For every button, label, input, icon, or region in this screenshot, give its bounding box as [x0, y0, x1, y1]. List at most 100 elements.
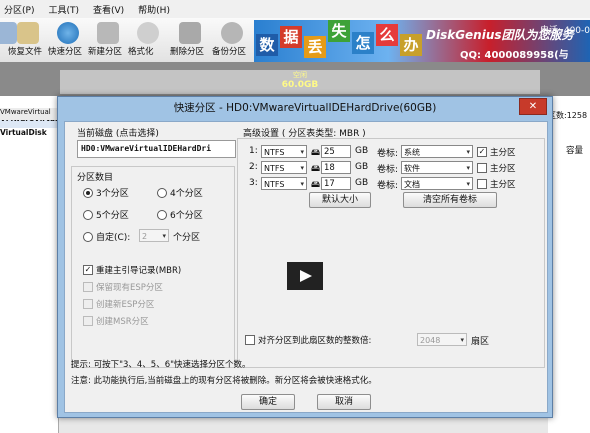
rebuild-mbr-checkbox[interactable]: ✓ 重建主引导记录(MBR) [83, 264, 181, 276]
dialog-titlebar[interactable]: 快速分区 - HD0:VMwareVirtualIDEHardDrive(60G… [58, 97, 552, 119]
toolbar-format-button[interactable]: 格式化 [128, 18, 168, 57]
fs-select-3[interactable]: NTFS ▾ [261, 177, 307, 190]
free-label: 空闲 [293, 71, 307, 79]
radio-dot [83, 231, 93, 242]
radio-dot [157, 209, 167, 220]
radio-4-partitions[interactable]: 4个分区 [157, 186, 203, 199]
banner-qq: QQ: 4000089958(与 [460, 50, 569, 61]
chevron-down-icon: ▾ [300, 148, 304, 156]
partition-list-pane: 区数:1258 容量 [548, 96, 590, 433]
row-index: 3: [249, 178, 258, 188]
disk-icon: 🖴 [311, 180, 321, 190]
dialog-title: 快速分区 - HD0:VMwareVirtualIDEHardDrive(60G… [173, 102, 437, 114]
clear-labels-button[interactable]: 清空所有卷标 [403, 192, 497, 208]
cancel-button[interactable]: 取消 [317, 394, 371, 410]
radio-dot [83, 209, 93, 220]
toolbar-quick-partition-button[interactable]: 快速分区 [48, 18, 88, 57]
disk-icon: 🖴 [311, 148, 321, 158]
fs-select-1[interactable]: NTFS ▾ [261, 145, 307, 158]
toolbar-backup-partition-button[interactable]: 备份分区 [212, 18, 252, 57]
chevron-down-icon: ▾ [460, 336, 464, 344]
ok-button[interactable]: 确定 [241, 394, 295, 410]
primary-checkbox-2[interactable]: 主分区 [477, 162, 516, 174]
format-icon [137, 22, 159, 44]
primary-checkbox-1[interactable]: ✓ 主分区 [477, 146, 516, 158]
banner-char: 办 [400, 34, 422, 56]
banner-phone: 电话: 400-0 [539, 26, 590, 36]
default-size-button[interactable]: 默认大小 [309, 192, 371, 208]
align-sectors-select[interactable]: 2048 ▾ [417, 333, 467, 346]
size-unit: GB [355, 178, 369, 188]
disk-tree-pane: VMwareVirtualID VirtualDisk [0, 96, 59, 433]
menu-tools[interactable]: 工具(T) [48, 3, 79, 16]
toolbar-new-partition-button[interactable]: 新建分区 [88, 18, 128, 57]
row-index: 1: [249, 146, 258, 156]
size-input-1[interactable]: 25 [321, 145, 351, 158]
radio-custom[interactable]: 自定(C): [83, 230, 130, 243]
volume-label-select-1[interactable]: 系统 ▾ [401, 145, 473, 158]
close-button[interactable]: ✕ [519, 98, 547, 115]
toolbar-delete-partition-button[interactable]: 删除分区 [170, 18, 210, 57]
play-icon [300, 270, 312, 282]
row-index: 2: [249, 162, 258, 172]
ad-banner[interactable]: 数 据 丢 失 怎 么 办 DiskGenius团队为您服务 QQ: 40000… [254, 20, 590, 62]
size-input-3[interactable]: 17 [321, 177, 351, 190]
menu-view[interactable]: 查看(V) [93, 3, 124, 16]
banner-char: 么 [376, 24, 398, 46]
chevron-down-icon: ▾ [466, 148, 470, 156]
partition-count-label: 分区数目 [77, 173, 114, 183]
size-unit: GB [355, 146, 369, 156]
custom-count-unit: 个分区 [173, 233, 201, 243]
radio-3-partitions[interactable]: 3个分区 [83, 186, 129, 199]
check-icon: ✓ [83, 265, 93, 275]
quick-partition-icon [57, 22, 79, 44]
create-esp-checkbox[interactable]: 创建新ESP分区 [83, 298, 154, 310]
create-msr-checkbox[interactable]: 创建MSR分区 [83, 315, 149, 327]
check-icon: ✓ [477, 147, 487, 157]
recover-files-icon [17, 22, 39, 44]
disk-tree-item[interactable]: VirtualDisk [0, 128, 58, 142]
volume-label-caption: 卷标: [377, 165, 399, 175]
chevron-down-icon: ▾ [466, 180, 470, 188]
free-space-segment[interactable]: 空闲 60.0GB [60, 70, 540, 94]
fs-select-2[interactable]: NTFS ▾ [261, 161, 307, 174]
toolbar-recover-files-button[interactable]: 恢复文件 [8, 18, 48, 57]
current-disk-field[interactable]: HD0:VMwareVirtualIDEHardDri [77, 140, 236, 158]
volume-label-caption: 卷标: [377, 181, 399, 191]
banner-char: 数 [256, 34, 278, 56]
keep-esp-checkbox[interactable]: 保留现有ESP分区 [83, 281, 163, 293]
volume-label-select-3[interactable]: 文档 ▾ [401, 177, 473, 190]
banner-char: 丢 [304, 36, 326, 58]
free-size: 60.0GB [281, 80, 319, 90]
warning-text: 注意: 此功能执行后,当前磁盘上的现有分区将被删除。新分区将会被快速格式化。 [71, 376, 377, 386]
chevron-down-icon: ▾ [300, 180, 304, 188]
chevron-down-icon: ▾ [466, 164, 470, 172]
size-input-2[interactable]: 18 [321, 161, 351, 174]
chevron-down-icon: ▾ [162, 232, 166, 240]
new-partition-icon [97, 22, 119, 44]
menu-partition[interactable]: 分区(P) [4, 3, 34, 16]
banner-char: 怎 [352, 32, 374, 54]
dialog-body: 当前磁盘 (点击选择) HD0:VMwareVirtualIDEHardDri … [64, 121, 548, 413]
banner-char: 据 [280, 26, 302, 48]
menu-help[interactable]: 帮助(H) [138, 3, 170, 16]
radio-5-partitions[interactable]: 5个分区 [83, 208, 129, 221]
current-disk-label: 当前磁盘 (点击选择) [77, 129, 159, 139]
radio-6-partitions[interactable]: 6个分区 [157, 208, 203, 221]
delete-partition-icon [179, 22, 201, 44]
custom-count-select[interactable]: 2 ▾ [139, 229, 169, 242]
menu-bar: 分区(P) 工具(T) 查看(V) 帮助(H) [0, 0, 590, 18]
align-checkbox[interactable]: 对齐分区到此扇区数的整数倍: [245, 334, 371, 346]
disk-tab[interactable]: VMwareVirtual [0, 108, 58, 120]
banner-char: 失 [328, 20, 350, 42]
volume-label-caption: 卷标: [377, 149, 399, 159]
volume-label-select-2[interactable]: 软件 ▾ [401, 161, 473, 174]
video-overlay[interactable] [287, 262, 323, 290]
chevron-down-icon: ▾ [300, 164, 304, 172]
primary-checkbox-3[interactable]: 主分区 [477, 178, 516, 190]
capacity-header: 容量 [566, 146, 584, 156]
hint-text: 提示: 可按下"3、4、5、6"快速选择分区个数。 [71, 360, 251, 370]
radio-dot [83, 187, 93, 198]
disk-icon: 🖴 [311, 164, 321, 174]
quick-partition-dialog: 快速分区 - HD0:VMwareVirtualIDEHardDrive(60G… [57, 96, 553, 418]
